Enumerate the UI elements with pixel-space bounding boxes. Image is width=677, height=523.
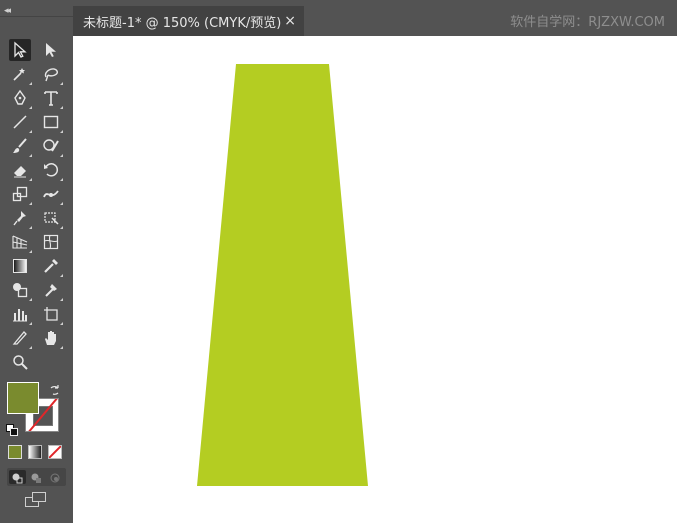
eyedropper-tool-icon[interactable] (40, 255, 63, 277)
eraser-tool-icon[interactable] (9, 159, 32, 181)
panel-divider (0, 16, 73, 17)
live-paint-tool-icon[interactable] (40, 279, 63, 301)
shape-builder-tool-icon[interactable] (9, 279, 32, 301)
scale-tool-icon[interactable] (9, 183, 32, 205)
gradient-mode-button[interactable] (28, 445, 42, 459)
draw-normal-button[interactable] (9, 470, 26, 484)
draw-inside-button[interactable] (47, 470, 64, 484)
collapse-panel-icon[interactable]: ◂◂ (4, 6, 11, 16)
artboard-tool-icon[interactable] (40, 303, 63, 325)
selection-tool-icon[interactable] (9, 39, 31, 61)
draw-behind-button[interactable] (28, 470, 45, 484)
draw-mode-group (7, 468, 66, 486)
document-tab-title: 未标题-1* @ 150% (CMYK/预览) (83, 15, 282, 31)
none-mode-button[interactable] (48, 445, 62, 459)
paintbrush-tool-icon[interactable] (9, 135, 32, 157)
pen-tool-icon[interactable] (9, 87, 32, 109)
fill-color-swatch[interactable] (7, 382, 39, 414)
color-mode-button[interactable] (8, 445, 22, 459)
tools-panel: ◂◂ (0, 0, 73, 523)
gradient-tool-icon[interactable] (9, 255, 31, 277)
direct-selection-tool-icon[interactable] (40, 39, 62, 61)
default-fill-stroke-icon[interactable] (6, 421, 18, 440)
shaper-tool-icon[interactable] (40, 135, 63, 157)
screen-mode-icon[interactable] (25, 492, 47, 512)
document-tab-bar: 未标题-1* @ 150% (CMYK/预览) × 软件自学网：RJZXW.CO… (73, 0, 677, 36)
swap-fill-stroke-icon[interactable] (49, 381, 61, 400)
column-graph-tool-icon[interactable] (9, 303, 32, 325)
artwork (197, 64, 368, 486)
trapezoid-shape[interactable] (197, 64, 368, 486)
mesh-tool-icon[interactable] (40, 231, 62, 253)
document-tab[interactable]: 未标题-1* @ 150% (CMYK/预览) × (73, 6, 304, 36)
zoom-tool-icon[interactable] (9, 351, 31, 373)
slice-tool-icon[interactable] (9, 327, 32, 349)
rotate-tool-icon[interactable] (40, 159, 63, 181)
close-tab-icon[interactable]: × (284, 13, 296, 29)
puppet-warp-tool-icon[interactable] (9, 207, 32, 229)
magic-wand-tool-icon[interactable] (9, 63, 32, 85)
lasso-tool-icon[interactable] (40, 63, 63, 85)
hand-tool-icon[interactable] (40, 327, 63, 349)
artboard-canvas[interactable] (73, 36, 677, 523)
perspective-grid-tool-icon[interactable] (9, 231, 32, 253)
free-transform-tool-icon[interactable] (40, 207, 63, 229)
rectangle-tool-icon[interactable] (40, 111, 63, 133)
width-tool-icon[interactable] (40, 183, 63, 205)
line-segment-tool-icon[interactable] (9, 111, 32, 133)
type-tool-icon[interactable] (40, 87, 63, 109)
watermark-text: 软件自学网：RJZXW.COM (510, 15, 665, 30)
